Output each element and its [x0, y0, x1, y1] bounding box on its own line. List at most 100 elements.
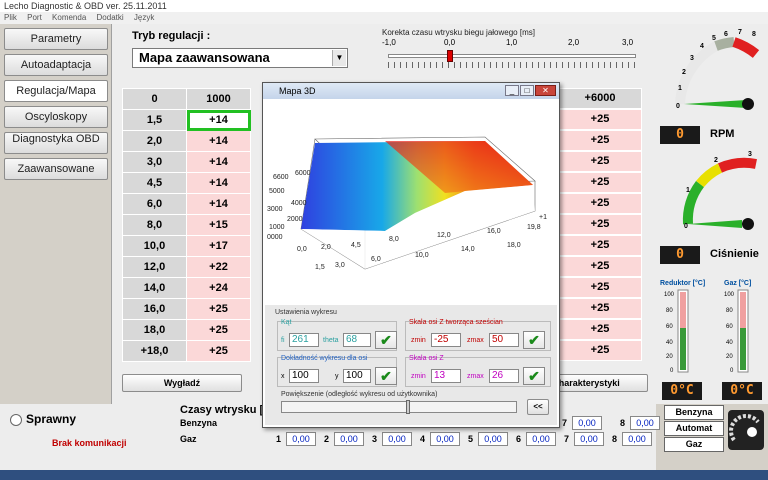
pressure-tick: 2 [714, 157, 718, 164]
sidebar-item-regulacja[interactable]: Regulacja/Mapa [4, 80, 108, 102]
menu-port[interactable]: Port [27, 13, 42, 22]
table-cell[interactable]: +25 [558, 319, 642, 340]
correction-slider-thumb[interactable] [447, 50, 453, 62]
reducer-scale: 100 [664, 292, 675, 298]
mode-select[interactable]: Mapa zaawansowana ▼ [132, 48, 348, 68]
menu-plik[interactable]: Plik [4, 13, 17, 22]
table-cell[interactable]: +25 [558, 109, 642, 130]
zscale-zmin-input[interactable]: -25 [431, 333, 461, 347]
sidebar-item-autoadaptacja[interactable]: Autoadaptacja [4, 54, 108, 76]
minimize-icon[interactable]: _ [505, 85, 519, 96]
table-cell[interactable]: +25 [558, 277, 642, 298]
sidebar-item-diagnostyka[interactable]: Diagnostyka OBD [4, 132, 108, 154]
zaxis-apply-button[interactable]: ✔ [523, 367, 545, 385]
fuel-automat-button[interactable]: Automat [664, 421, 724, 436]
table-cell[interactable]: +25 [558, 235, 642, 256]
table-cell[interactable]: +14 [186, 193, 251, 215]
fuel-benzyna-button[interactable]: Benzyna [664, 405, 724, 420]
zscale-zmax-input[interactable]: 50 [489, 333, 519, 347]
rpm-tick: 6 [724, 31, 728, 38]
correction-scale [388, 62, 636, 68]
table-cell[interactable]: +14 [186, 172, 251, 194]
zoom-slider-thumb[interactable] [406, 400, 410, 414]
gas-scale: 100 [724, 292, 735, 298]
rpm-tick: 4 [700, 43, 704, 50]
dialog-titlebar: Mapa 3D _ □ ✕ [263, 83, 559, 99]
table-row: 8,0 +15 [122, 214, 251, 236]
table-cell[interactable]: +25 [558, 340, 642, 361]
zaxis-zmin-input[interactable]: 13 [431, 369, 461, 383]
zaxis-zmax-input[interactable]: 26 [489, 369, 519, 383]
correction-slider-track[interactable] [388, 54, 636, 58]
theta-input[interactable]: 68 [343, 333, 371, 347]
fi-input[interactable]: 261 [289, 333, 319, 347]
maximize-icon[interactable]: □ [520, 85, 534, 96]
plot-settings-title: Ustawienia wykresu [275, 309, 337, 316]
table-cell[interactable]: +25 [558, 130, 642, 151]
table-cell[interactable]: +25 [558, 193, 642, 214]
status-ok-label: Sprawny [26, 412, 77, 426]
mode-label: Tryb regulacji : [132, 30, 211, 42]
table-row: 6,0 +14 [122, 193, 251, 215]
precision-x-input[interactable]: 100 [289, 369, 319, 383]
menu-jezyk[interactable]: Język [134, 13, 154, 22]
rpm-tick: 2 [682, 69, 686, 76]
injection-index: 1 [276, 434, 282, 444]
axis-left-tick: 0000 [267, 234, 283, 241]
injection-gaz-value: 0,00 [574, 432, 604, 446]
table-cell[interactable]: +25 [558, 172, 642, 193]
gas-scale: 0 [730, 368, 734, 374]
precision-apply-button[interactable]: ✔ [375, 367, 397, 385]
table-cell[interactable]: +25 [186, 298, 251, 320]
fuel-gaz-button[interactable]: Gaz [664, 437, 724, 452]
table-cell[interactable]: +17 [186, 235, 251, 257]
angles-title: Kąt [281, 319, 292, 326]
sidebar-item-parametry[interactable]: Parametry [4, 28, 108, 50]
rpm-tick: 8 [752, 31, 756, 38]
gas-temp-display: 0°C [722, 382, 762, 400]
precision-y-input[interactable]: 100 [343, 369, 371, 383]
close-icon[interactable]: ✕ [535, 85, 556, 96]
table-row-header: 4,5 [122, 172, 187, 194]
zoom-reset-button[interactable]: << [527, 399, 549, 415]
menu-dodatki[interactable]: Dodatki [97, 13, 124, 22]
table-cell[interactable]: +25 [186, 319, 251, 341]
sidebar-item-oscyloskopy[interactable]: Oscyloskopy [4, 106, 108, 128]
table-row: 14,0 +24 [122, 277, 251, 299]
check-icon: ✔ [528, 368, 540, 384]
injection-benzyna-value: 0,00 [630, 416, 660, 430]
table-cell[interactable]: +14 [186, 151, 251, 173]
reducer-temp-display: 0°C [662, 382, 702, 400]
table-cell[interactable]: +25 [558, 298, 642, 319]
table-cell[interactable]: +25 [186, 340, 251, 362]
axis-bottom-tick: 4,5 [351, 242, 361, 249]
zscale-apply-button[interactable]: ✔ [523, 331, 545, 349]
table-cell[interactable]: +25 [558, 151, 642, 172]
axis-bottom-tick: 18,0 [507, 242, 521, 249]
axis-left-tick: 2000 [287, 216, 303, 223]
table-cell[interactable]: +25 [558, 256, 642, 277]
chevron-down-icon[interactable]: ▼ [332, 50, 346, 66]
zscale-title: Skala osi Z tworząca sześcian [409, 319, 503, 326]
table-cell[interactable]: +14 [186, 109, 251, 131]
table-cell[interactable]: +14 [186, 130, 251, 152]
angles-apply-button[interactable]: ✔ [375, 331, 397, 349]
sidebar-item-zaawansowane[interactable]: Zaawansowane [4, 158, 108, 180]
table-row: +18,0 +25 [122, 340, 251, 362]
injection-benzyna-label: Benzyna [180, 418, 218, 428]
smooth-button[interactable]: Wygładź [122, 374, 242, 392]
gauge-mini-icon[interactable] [728, 410, 764, 450]
injection-gaz-value: 0,00 [382, 432, 412, 446]
table-cell[interactable]: +22 [186, 256, 251, 278]
reducer-scale: 60 [666, 324, 673, 330]
table-cell[interactable]: +24 [186, 277, 251, 299]
check-icon: ✔ [528, 332, 540, 348]
menu-komenda[interactable]: Komenda [52, 13, 86, 22]
table-cell[interactable]: +25 [558, 214, 642, 235]
table-cell[interactable]: +15 [186, 214, 251, 236]
status-radio[interactable] [10, 414, 22, 426]
zoom-slider[interactable] [281, 400, 517, 414]
injection-gaz-value: 0,00 [526, 432, 556, 446]
pressure-needle [688, 220, 742, 228]
rpm-tick: 5 [712, 35, 716, 42]
